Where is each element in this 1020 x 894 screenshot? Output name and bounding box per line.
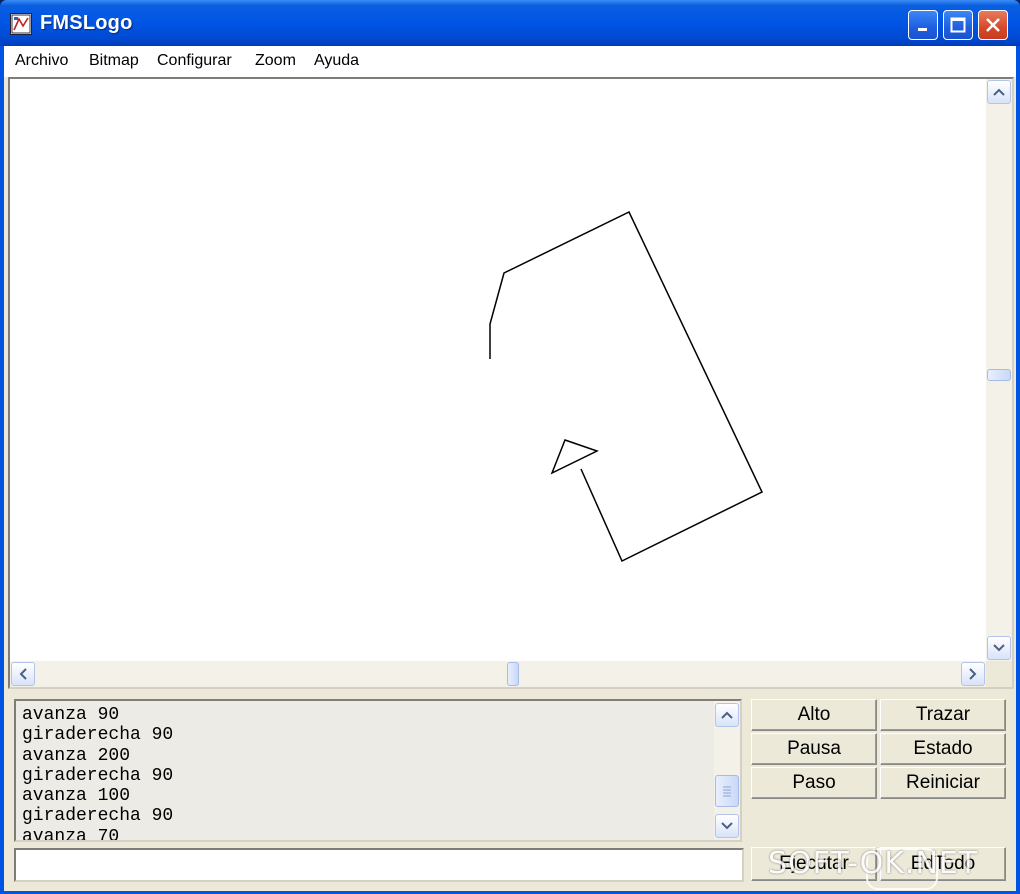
arrow-left-icon (19, 668, 27, 680)
menu-bitmap[interactable]: Bitmap (89, 52, 139, 70)
client-area: Archivo Bitmap Configurar Zoom Ayuda ava… (4, 46, 1016, 891)
menu-ayuda[interactable]: Ayuda (314, 52, 359, 70)
pausa-button[interactable]: Pausa (751, 733, 877, 765)
history-lines: avanza 90 giraderecha 90 avanza 200 gira… (22, 705, 710, 840)
history-line: avanza 100 (22, 786, 131, 807)
minimize-button[interactable] (908, 10, 938, 40)
history-line: giraderecha 90 (22, 806, 174, 827)
command-history[interactable]: avanza 90 giraderecha 90 avanza 200 gira… (14, 699, 742, 842)
canvas-horizontal-scrollbar[interactable] (10, 661, 986, 687)
window-title: FMSLogo (40, 12, 133, 34)
menu-configurar[interactable]: Configurar (157, 52, 232, 70)
arrow-down-icon (721, 822, 733, 830)
arrow-up-icon (993, 88, 1005, 96)
menu-archivo[interactable]: Archivo (15, 52, 68, 70)
turtle-canvas[interactable] (10, 79, 986, 661)
scroll-right-button[interactable] (961, 662, 985, 686)
history-line: giraderecha 90 (22, 765, 174, 786)
history-line: avanza 200 (22, 745, 131, 766)
menu-zoom[interactable]: Zoom (255, 52, 296, 70)
arrow-up-icon (721, 711, 733, 719)
close-button[interactable] (978, 10, 1008, 40)
maximize-icon (950, 17, 966, 33)
watermark: SOFT-OK.NET (768, 846, 979, 881)
history-scroll-up-button[interactable] (715, 703, 739, 727)
scrollbar-corner (986, 661, 1012, 687)
alto-button[interactable]: Alto (751, 699, 877, 731)
history-scroll-down-button[interactable] (715, 814, 739, 838)
arrow-right-icon (969, 668, 977, 680)
scroll-up-button[interactable] (987, 80, 1011, 104)
history-line: avanza 90 (22, 705, 120, 725)
scroll-down-button[interactable] (987, 636, 1011, 660)
history-scrollbar[interactable] (714, 701, 740, 840)
app-window: FMSLogo Archivo Bitmap Configurar Zoom A… (0, 0, 1020, 894)
minimize-icon (918, 28, 927, 31)
canvas-vertical-scrollbar[interactable] (986, 79, 1012, 661)
grip-icon (723, 786, 731, 797)
trazar-button[interactable]: Trazar (880, 699, 1006, 731)
close-icon (986, 18, 1000, 32)
arrow-down-icon (993, 644, 1005, 652)
fmslogo-icon (10, 13, 32, 35)
paso-button[interactable]: Paso (751, 767, 877, 799)
turtle-path (489, 210, 763, 563)
history-line: giraderecha 90 (22, 725, 174, 746)
title-bar[interactable]: FMSLogo (0, 0, 1020, 46)
vertical-scroll-thumb[interactable] (987, 369, 1011, 381)
history-scroll-thumb[interactable] (715, 775, 739, 807)
horizontal-scroll-thumb[interactable] (507, 662, 519, 686)
history-line: avanza 70 (22, 826, 120, 840)
reiniciar-button[interactable]: Reiniciar (880, 767, 1006, 799)
estado-button[interactable]: Estado (880, 733, 1006, 765)
turtle-cursor (550, 439, 599, 475)
turtle-drawing (489, 210, 763, 563)
scroll-left-button[interactable] (11, 662, 35, 686)
maximize-button[interactable] (943, 10, 973, 40)
command-input[interactable] (14, 848, 744, 882)
drawing-area-frame (8, 77, 1014, 689)
menu-bar: Archivo Bitmap Configurar Zoom Ayuda (4, 46, 1016, 77)
